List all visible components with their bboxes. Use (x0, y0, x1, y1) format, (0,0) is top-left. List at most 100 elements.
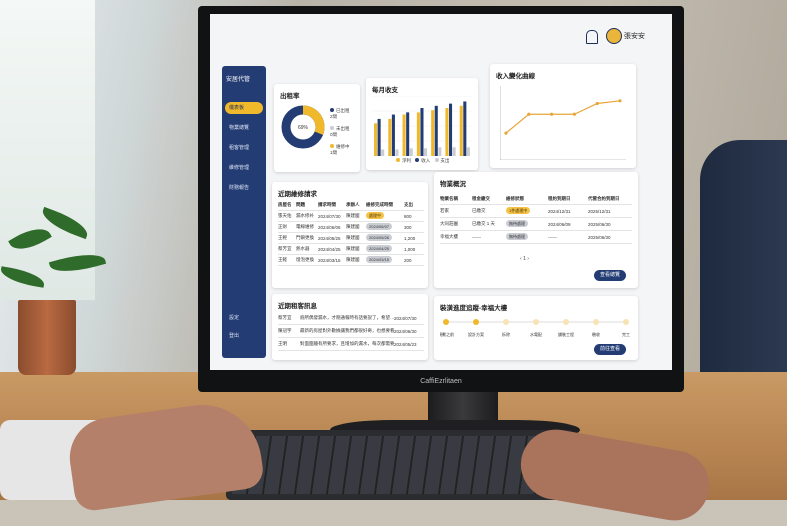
monitor-brand: CaffiEzrlitaen (420, 378, 462, 385)
table-row[interactable]: 幸福大樓 ------ 無待處理 ------ 2025/06/30 (440, 231, 632, 244)
sidebar-item-repairs[interactable]: 維修管理 (225, 162, 263, 174)
progress-step-label-2: 拆除 (502, 331, 510, 337)
income-curve-card: 收入變化曲線 (490, 64, 636, 168)
line-point-0 (504, 131, 508, 135)
legend-expense: 支出 (440, 158, 450, 163)
table-row[interactable]: 大同莊園 已繳交 1 天無待處理 2024/06/09 2025/06/30 (440, 218, 632, 231)
sidebar-item-tenants[interactable]: 租客管理 (225, 142, 263, 154)
list-item[interactable]: 陳冠宇 最新的房屋對外數據讓我們都很好奇，也想要看這… 2024/06/30 (278, 325, 424, 338)
occupancy-title: 出租率 (280, 93, 300, 100)
bar-2-6 (466, 147, 470, 156)
occupancy-donut: 69% (281, 105, 325, 149)
progress-step-dot-6 (623, 319, 629, 325)
progress-step-label-4: 鋪裝工程 (558, 331, 574, 337)
table-row[interactable]: 王輕 門鎖更換 2024/05/25 陳建國 2024/05/26 1,200 (278, 233, 424, 244)
sidebar-item-properties[interactable]: 物業總覽 (225, 122, 263, 134)
sidebar-item-logout[interactable]: 登出 (225, 330, 263, 342)
list-item[interactable]: 王明對面圍牆有所要求，且增加的漏水，每次都需要處理…2024/05/23 (278, 338, 424, 351)
bar-0-6 (459, 105, 463, 156)
progress-step-dot-2 (503, 319, 509, 325)
bar-1-6 (463, 101, 467, 156)
legend-income: 收入 (421, 158, 431, 163)
messages-title: 近期租客訊息 (278, 303, 317, 310)
progress-step-label-6: 完工 (622, 331, 630, 337)
bar-1-2 (406, 112, 410, 156)
bar-0-0 (374, 123, 378, 156)
bar-1-3 (420, 108, 424, 156)
bar-2-1 (395, 149, 399, 156)
screen: 張安安 安居代管 儀表板 物業總覽 租客管理 維修管理 財務報告 設定 登出 出… (210, 14, 672, 370)
bar-0-4 (431, 110, 435, 156)
bar-2-4 (438, 147, 442, 156)
progress-step-dot-4 (563, 319, 569, 325)
status-badge: 無待處理 (506, 220, 528, 227)
logo: 安居代管 (226, 77, 251, 83)
messages-card: 近期租客訊息 蔡芳宜 廁所偶發漏水，才剛通報時有話要說了，希望… 2024/07/3… (272, 294, 428, 360)
bar-1-0 (377, 118, 381, 156)
bar-2-3 (424, 148, 428, 156)
pager[interactable]: ‹ 1 › (520, 256, 529, 262)
bar-2-5 (452, 147, 456, 156)
progress-step-dot-5 (593, 319, 599, 325)
view-overview-button[interactable]: 查看總覽 (594, 270, 627, 281)
table-header-row: 房屋名 問題 請求時間 承辦人 維修完成時間 支出 (278, 200, 424, 211)
table-header-row: 物業名稱 租金繳交 維修狀態 租約到期日 代管合約到期日 (440, 194, 632, 205)
income-line (505, 100, 621, 134)
monthly-bar-chart (372, 96, 472, 156)
legend-net: 淨利 (402, 158, 411, 163)
bar-0-2 (402, 114, 406, 156)
properties-table: 物業名稱 租金繳交 維修狀態 租約到期日 代管合約到期日 若家 已繳交 1件處理中 2024/… (440, 194, 632, 244)
table-row[interactable]: 若家 已繳交 1件處理中 2024/12/31 2025/12/31 (440, 205, 632, 218)
bar-0-1 (388, 118, 392, 156)
table-row[interactable]: 蔡芳宜 熱水器 2024/04/25 陳建國 2024/04/25 1,000 (278, 244, 424, 255)
table-row[interactable]: 張天佑 漏水修补 2024/07/30 陳建國 處理中 800 (278, 211, 424, 222)
bar-1-1 (391, 114, 395, 156)
bell-icon[interactable] (586, 30, 598, 44)
progress-step-dot-3 (533, 319, 539, 325)
sidebar-item-dashboard[interactable]: 儀表板 (225, 102, 263, 114)
bar-2-0 (381, 149, 385, 156)
bar-0-3 (416, 112, 420, 156)
bar-2-2 (409, 148, 413, 156)
line-point-2 (550, 112, 554, 116)
occupancy-card: 出租率 69% 已出租 2間 未出租 0間 維修中 1間 (274, 84, 360, 172)
page-number: 1 (523, 256, 526, 262)
go-view-button[interactable]: 前往查看 (594, 344, 627, 355)
status-badge: 處理中 (366, 212, 384, 219)
properties-card: 物業概況 物業名稱 租金繳交 維修狀態 租約到期日 代管合約到期日 若家 已繳交 1件處理中… (434, 172, 638, 288)
legend-vacant: 未出租 0間 (330, 126, 350, 137)
status-badge: 2024/04/25 (366, 245, 393, 252)
progress-step-label-1: 設計方案 (468, 331, 484, 337)
sidebar-item-finance[interactable]: 財務報告 (225, 182, 263, 194)
repairs-title: 近期維修請求 (278, 191, 317, 198)
table-row[interactable]: 正財 電線維修 2024/06/06 陳建國 2024/06/07 300 (278, 222, 424, 233)
progress-step-label-5: 驗收 (592, 331, 600, 337)
sidebar-item-settings[interactable]: 設定 (225, 312, 263, 324)
messages-list: 蔡芳宜 廁所偶發漏水，才剛通報時有話要說了，希望… 2024/07/30 陳冠宇 最新的… (278, 312, 424, 351)
monthly-chart-title: 每月收支 (372, 87, 398, 94)
income-curve-title: 收入變化曲線 (496, 73, 535, 80)
legend-repair: 維修中 1間 (330, 144, 350, 155)
monthly-chart-card: 每月收支 淨利 收入 支出 (366, 78, 478, 170)
progress-step-dot-1 (473, 319, 479, 325)
bar-1-4 (434, 105, 438, 156)
income-line-chart (500, 86, 626, 160)
progress-card: 裝潢進度追蹤-幸福大樓 規劃之前 設計方案 拆除 水電配 鋪裝工程 驗收 完工 前往查看 (434, 296, 638, 360)
progress-tracker: 規劃之前 設計方案 拆除 水電配 鋪裝工程 驗收 完工 (440, 319, 630, 337)
progress-step-dot-0 (443, 319, 449, 325)
status-badge: 2024/06/07 (366, 223, 393, 230)
legend-rented: 已出租 2間 (330, 108, 350, 119)
table-row[interactable]: 王軽 燈泡更換 2024/03/15 陳建國 2024/03/15 200 (278, 255, 424, 266)
repairs-card: 近期維修請求 房屋名 問題 請求時間 承辦人 維修完成時間 支出 張天佑 漏水修补 2024/… (272, 182, 428, 288)
status-badge: 2024/03/15 (366, 256, 393, 263)
progress-step-label-0: 規劃之前 (440, 331, 454, 337)
status-badge: 無待處理 (506, 233, 528, 240)
bar-legend: 淨利 收入 支出 (396, 158, 450, 164)
donut-center-label: 69% (298, 125, 309, 131)
list-item[interactable]: 蔡芳宜 廁所偶發漏水，才剛通報時有話要說了，希望… 2024/07/30 (278, 312, 424, 325)
status-badge: 2024/05/26 (366, 234, 393, 241)
properties-title: 物業概況 (440, 181, 466, 188)
progress-title: 裝潢進度追蹤-幸福大樓 (440, 305, 508, 312)
avatar[interactable] (606, 28, 622, 44)
repairs-table: 房屋名 問題 請求時間 承辦人 維修完成時間 支出 張天佑 漏水修补 2024/07/30 陳建… (278, 200, 424, 266)
